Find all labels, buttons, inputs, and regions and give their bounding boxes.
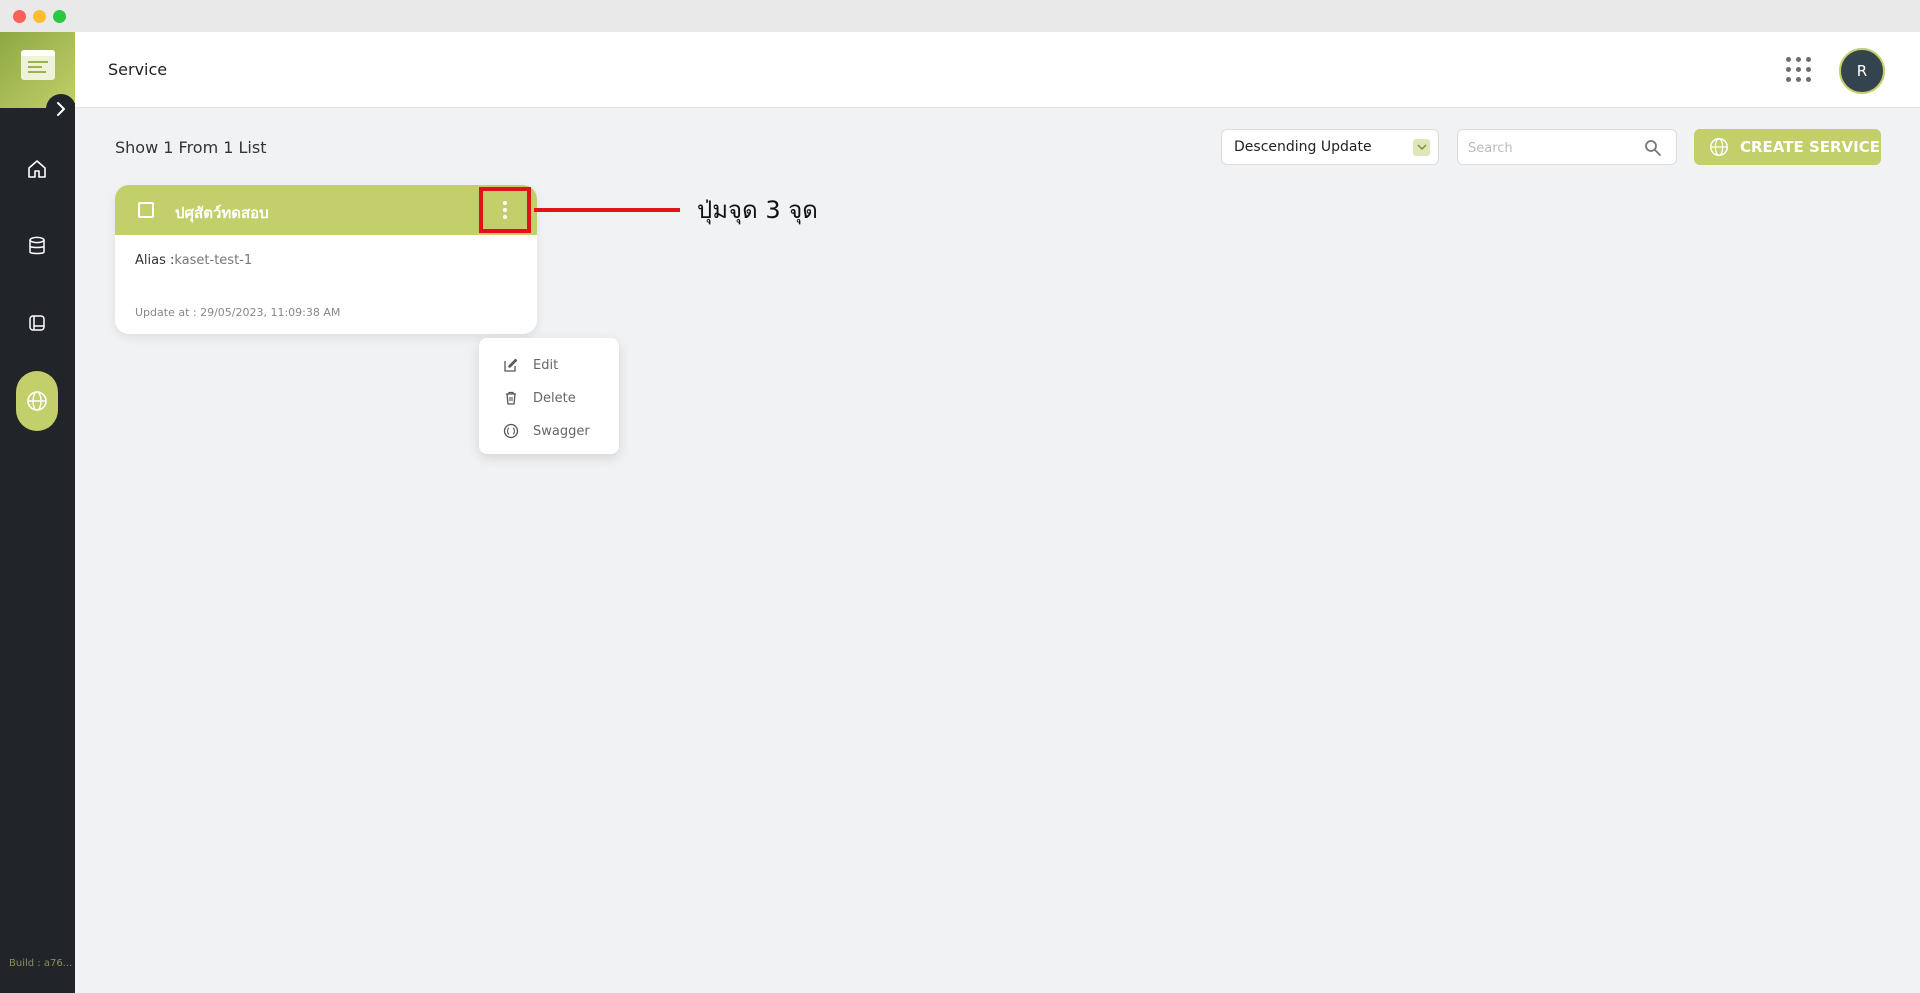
menu-item-label: Swagger (533, 423, 590, 439)
database-icon (29, 236, 45, 255)
sidebar-expand-button[interactable] (46, 94, 76, 124)
create-service-button[interactable]: CREATE SERVICE (1694, 129, 1881, 165)
maximize-window-button[interactable] (53, 10, 66, 23)
edit-icon (504, 358, 518, 372)
more-options-button[interactable] (479, 187, 531, 233)
more-vertical-icon (503, 201, 507, 205)
service-card-title: ปศุสัตว์ทดสอบ (175, 204, 269, 222)
sort-select-value: Descending Update (1234, 139, 1372, 155)
chevron-down-icon (1413, 139, 1430, 156)
service-card[interactable]: ปศุสัตว์ทดสอบ Alias :kaset-test-1 Update… (115, 185, 537, 334)
sidebar-item-home[interactable] (16, 148, 58, 190)
main-content: Show 1 From 1 List Descending Update CRE… (75, 108, 1920, 993)
menu-item-swagger[interactable]: Swagger (503, 421, 590, 441)
menu-item-label: Delete (533, 390, 576, 406)
alias-label: Alias : (135, 253, 175, 268)
swagger-icon (503, 423, 519, 439)
create-service-label: CREATE SERVICE (1740, 138, 1880, 156)
globe-icon (27, 391, 47, 411)
alias-value: kaset-test-1 (174, 253, 253, 268)
menu-item-label: Edit (533, 357, 559, 373)
service-alias: Alias :kaset-test-1 (135, 253, 252, 268)
search-input[interactable] (1468, 138, 1628, 158)
trash-icon (506, 391, 516, 405)
search-field[interactable] (1457, 129, 1677, 165)
options-menu: Edit Delete Swagger (479, 338, 619, 454)
list-count: Show 1 From 1 List (115, 138, 267, 157)
globe-icon (1710, 138, 1728, 156)
service-card-header: ปศุสัตว์ทดสอบ (115, 185, 537, 235)
close-window-button[interactable] (13, 10, 26, 23)
menu-item-edit[interactable]: Edit (503, 355, 558, 375)
build-version: Build : a76... (9, 958, 73, 969)
menu-item-delete[interactable]: Delete (503, 388, 576, 408)
service-select-checkbox[interactable] (138, 202, 154, 218)
sort-select[interactable]: Descending Update (1221, 129, 1439, 165)
user-avatar[interactable]: R (1839, 48, 1885, 94)
apps-grid-icon[interactable] (1786, 57, 1812, 83)
page-header: Service R (75, 32, 1920, 108)
window-titlebar (0, 0, 1920, 32)
page-title: Service (108, 60, 168, 79)
chevron-right-icon (57, 102, 65, 116)
sidebar-item-service[interactable] (16, 371, 58, 431)
book-icon (29, 315, 45, 331)
minimize-window-button[interactable] (33, 10, 46, 23)
sidebar-item-docs[interactable] (16, 302, 58, 344)
logo-icon (21, 50, 55, 80)
home-icon (28, 160, 46, 178)
annotation-line (534, 208, 680, 212)
sidebar: Build : a76... (0, 32, 76, 993)
annotation-label: ปุ่มจุด 3 จุด (697, 196, 818, 224)
sidebar-item-database[interactable] (16, 225, 58, 267)
search-icon[interactable] (1644, 139, 1662, 157)
service-updated-at: Update at : 29/05/2023, 11:09:38 AM (135, 306, 341, 319)
